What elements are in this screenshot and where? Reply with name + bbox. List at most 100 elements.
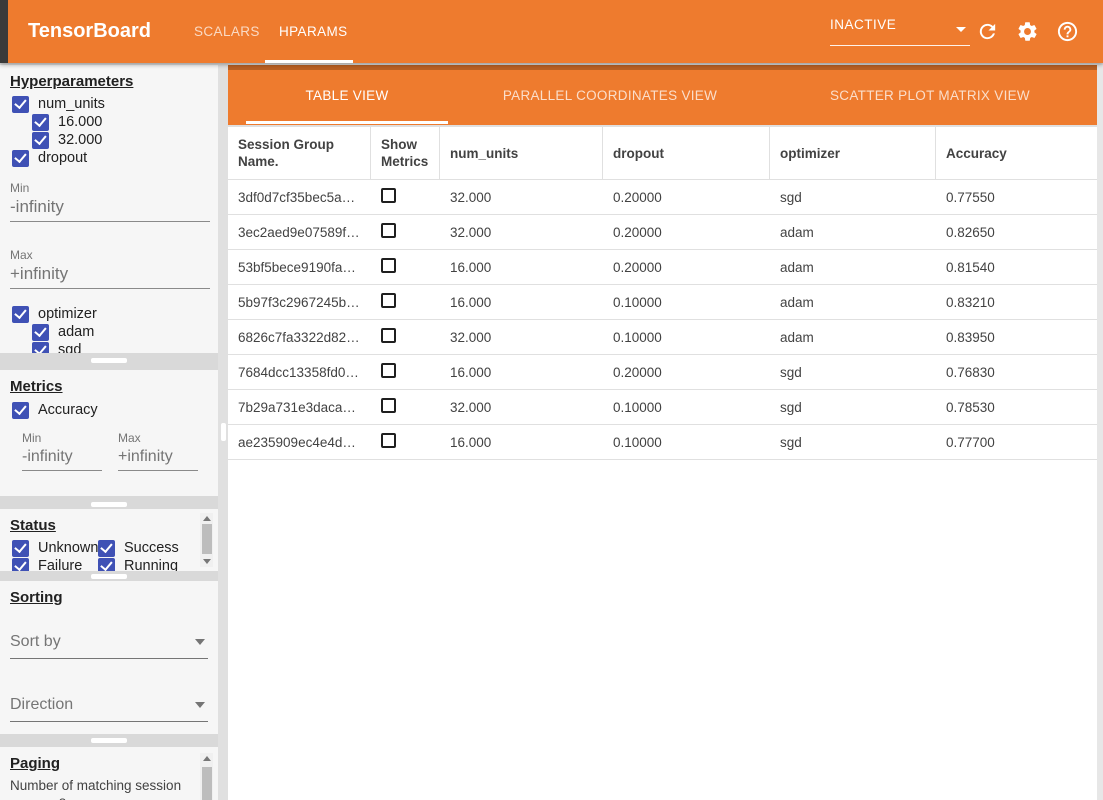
accuracy-cell: 0.81540	[936, 260, 1097, 275]
num-units-32-label: 32.000	[58, 132, 102, 148]
tab-hparams[interactable]: HPARAMS	[279, 24, 348, 39]
optimizer-cell: sgd	[770, 435, 936, 450]
num-units-cell: 32.000	[440, 190, 603, 205]
optimizer-sgd-checkbox[interactable]	[32, 342, 49, 354]
refresh-icon[interactable]	[976, 20, 999, 43]
optimizer-adam-checkbox[interactable]	[32, 324, 49, 341]
table-row: 7684dcc13358fd0… 16.000 0.20000 sgd 0.76…	[228, 355, 1097, 390]
session-group-name: 53bf5bece9190fa…	[228, 260, 371, 275]
accuracy-cell: 0.77550	[936, 190, 1097, 205]
dropout-cell: 0.20000	[603, 225, 770, 240]
session-group-name: 6826c7fa3322d82…	[228, 330, 371, 345]
show-metrics-checkbox[interactable]	[381, 328, 396, 343]
help-icon[interactable]	[1056, 20, 1079, 43]
status-running-checkbox[interactable]	[98, 558, 115, 572]
optimizer-checkbox[interactable]	[12, 306, 29, 323]
optimizer-adam-label: adam	[58, 324, 94, 340]
paging-scrollbar-thumb[interactable]	[202, 767, 212, 800]
tab-scalars[interactable]: SCALARS	[194, 24, 260, 39]
num-units-cell: 32.000	[440, 400, 603, 415]
num-units-32-checkbox[interactable]	[32, 132, 49, 149]
section-resize-handle[interactable]	[91, 574, 127, 579]
column-header-optimizer: optimizer	[770, 127, 936, 179]
app-title: TensorBoard	[28, 20, 151, 43]
section-resize-handle[interactable]	[91, 502, 127, 507]
show-metrics-checkbox[interactable]	[381, 258, 396, 273]
status-unknown-checkbox[interactable]	[12, 540, 29, 557]
sidebar-resize-handle[interactable]	[221, 423, 226, 441]
column-header-dropout: dropout	[603, 127, 770, 179]
table-row: 3ec2aed9e07589f… 32.000 0.20000 adam 0.8…	[228, 215, 1097, 250]
show-metrics-cell	[371, 188, 440, 206]
status-failure-label: Failure	[38, 558, 82, 571]
show-metrics-checkbox[interactable]	[381, 223, 396, 238]
dropdown-caret-icon	[195, 639, 205, 645]
status-section: Status Unknown Success Failure	[0, 509, 218, 571]
optimizer-label: optimizer	[38, 306, 97, 322]
dropout-checkbox[interactable]	[12, 150, 29, 167]
show-metrics-checkbox[interactable]	[381, 293, 396, 308]
dropdown-caret-icon	[195, 702, 205, 708]
accuracy-max-input[interactable]: +infinity	[118, 448, 198, 471]
optimizer-cell: sgd	[770, 190, 936, 205]
accuracy-max-label: Max	[118, 431, 198, 445]
sort-by-placeholder: Sort by	[10, 633, 208, 658]
section-resize-handle[interactable]	[91, 738, 127, 743]
num-units-cell: 16.000	[440, 295, 603, 310]
tab-scatter-plot-matrix-view[interactable]: SCATTER PLOT MATRIX VIEW	[810, 65, 1050, 125]
session-group-name: ae235909ec4e4d…	[228, 435, 371, 450]
section-resize-handle[interactable]	[91, 358, 127, 363]
show-metrics-checkbox[interactable]	[381, 363, 396, 378]
dropout-cell: 0.10000	[603, 435, 770, 450]
show-metrics-cell	[371, 398, 440, 416]
hparam-dropout-row: dropout	[0, 149, 218, 167]
num-units-cell: 32.000	[440, 225, 603, 240]
tab-parallel-coordinates-view[interactable]: PARALLEL COORDINATES VIEW	[490, 65, 730, 125]
optimizer-value-row: adam	[0, 323, 218, 341]
accuracy-min-field: Min -infinity	[22, 431, 102, 471]
table-row: 3df0d7cf35bec5a… 32.000 0.20000 sgd 0.77…	[228, 180, 1097, 215]
session-group-name: 3df0d7cf35bec5a…	[228, 190, 371, 205]
status-scrollbar-thumb[interactable]	[202, 524, 212, 554]
accuracy-checkbox[interactable]	[12, 402, 29, 419]
show-metrics-checkbox[interactable]	[381, 398, 396, 413]
show-metrics-checkbox[interactable]	[381, 188, 396, 203]
accuracy-cell: 0.78530	[936, 400, 1097, 415]
direction-dropdown[interactable]: Direction	[10, 696, 208, 722]
metrics-heading: Metrics	[10, 378, 218, 395]
paging-scrollbar	[200, 753, 213, 800]
accuracy-cell: 0.77700	[936, 435, 1097, 450]
runs-status-dropdown[interactable]: INACTIVE	[830, 16, 970, 46]
dropout-max-input[interactable]: +infinity	[10, 264, 210, 289]
accuracy-label: Accuracy	[38, 402, 98, 418]
accuracy-min-input[interactable]: -infinity	[22, 448, 102, 471]
scroll-up-icon[interactable]	[203, 516, 211, 521]
tab-table-view[interactable]: TABLE VIEW	[246, 65, 448, 125]
num-units-cell: 16.000	[440, 435, 603, 450]
scroll-down-icon[interactable]	[203, 559, 211, 564]
table-row: 6826c7fa3322d82… 32.000 0.10000 adam 0.8…	[228, 320, 1097, 355]
status-success-checkbox[interactable]	[98, 540, 115, 557]
optimizer-cell: adam	[770, 225, 936, 240]
sort-by-dropdown[interactable]: Sort by	[10, 633, 208, 659]
show-metrics-checkbox[interactable]	[381, 433, 396, 448]
hparam-optimizer-row: optimizer	[0, 305, 218, 323]
paging-section: Paging Number of matching session groups…	[0, 747, 218, 800]
num-units-checkbox[interactable]	[12, 96, 29, 113]
num-units-16-checkbox[interactable]	[32, 114, 49, 131]
dropout-cell: 0.10000	[603, 400, 770, 415]
active-tab-underline	[265, 60, 353, 63]
dropout-min-input[interactable]: -infinity	[10, 197, 210, 222]
settings-gear-icon[interactable]	[1016, 20, 1039, 43]
app-toolbar: TensorBoard SCALARS HPARAMS INACTIVE	[0, 0, 1103, 63]
window-edge	[0, 0, 8, 63]
optimizer-cell: sgd	[770, 400, 936, 415]
scroll-up-icon[interactable]	[203, 756, 211, 761]
accuracy-range: Min -infinity Max +infinity	[22, 431, 218, 471]
session-group-table: 3df0d7cf35bec5a… 32.000 0.20000 sgd 0.77…	[228, 180, 1097, 460]
view-tab-bar: TABLE VIEW PARALLEL COORDINATES VIEW SCA…	[228, 65, 1097, 125]
status-failure-checkbox[interactable]	[12, 558, 29, 572]
dropout-min-label: Min	[10, 181, 218, 195]
num-units-cell: 16.000	[440, 260, 603, 275]
column-header-show-metrics: Show Metrics	[371, 127, 440, 179]
